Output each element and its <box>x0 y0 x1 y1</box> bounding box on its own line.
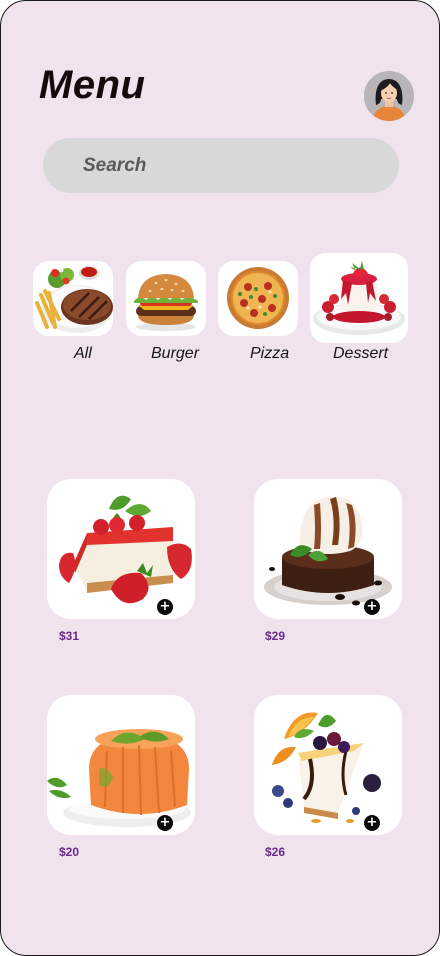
add-to-cart-button[interactable]: + <box>364 599 380 615</box>
plus-icon: + <box>159 599 171 614</box>
product-image-orange-jelly <box>47 695 195 835</box>
category-all-label: All <box>74 345 92 362</box>
product-card[interactable]: + <box>47 479 195 619</box>
product-image-lava-cake <box>254 479 402 619</box>
phone-frame: Menu Search All Burger Pizza Dessert + $… <box>0 0 440 956</box>
plus-icon: + <box>366 815 378 830</box>
product-price: $20 <box>59 845 80 859</box>
category-all-image <box>33 261 113 336</box>
add-to-cart-button[interactable]: + <box>364 815 380 831</box>
product-price: $31 <box>59 629 80 643</box>
user-avatar[interactable] <box>364 71 414 121</box>
category-pizza-label: Pizza <box>250 345 290 362</box>
add-to-cart-button[interactable]: + <box>157 815 173 831</box>
category-burger-image <box>126 261 206 336</box>
add-to-cart-button[interactable]: + <box>157 599 173 615</box>
product-image-strawberry-cheesecake <box>47 479 195 619</box>
product-card[interactable]: + <box>254 479 402 619</box>
category-dessert-label: Dessert <box>333 345 389 362</box>
product-price: $26 <box>265 845 286 859</box>
category-pizza-image <box>218 261 298 336</box>
category-dessert-image <box>310 253 408 343</box>
category-burger-label: Burger <box>151 345 200 362</box>
product-card[interactable]: + <box>254 695 402 835</box>
page-title: Menu <box>39 63 146 107</box>
product-image-berry-cheesecake <box>254 695 402 835</box>
product-price: $29 <box>265 629 286 643</box>
product-card[interactable]: + <box>47 695 195 835</box>
plus-icon: + <box>159 815 171 830</box>
search-input[interactable] <box>43 138 399 193</box>
plus-icon: + <box>366 599 378 614</box>
user-avatar-icon <box>364 71 414 121</box>
